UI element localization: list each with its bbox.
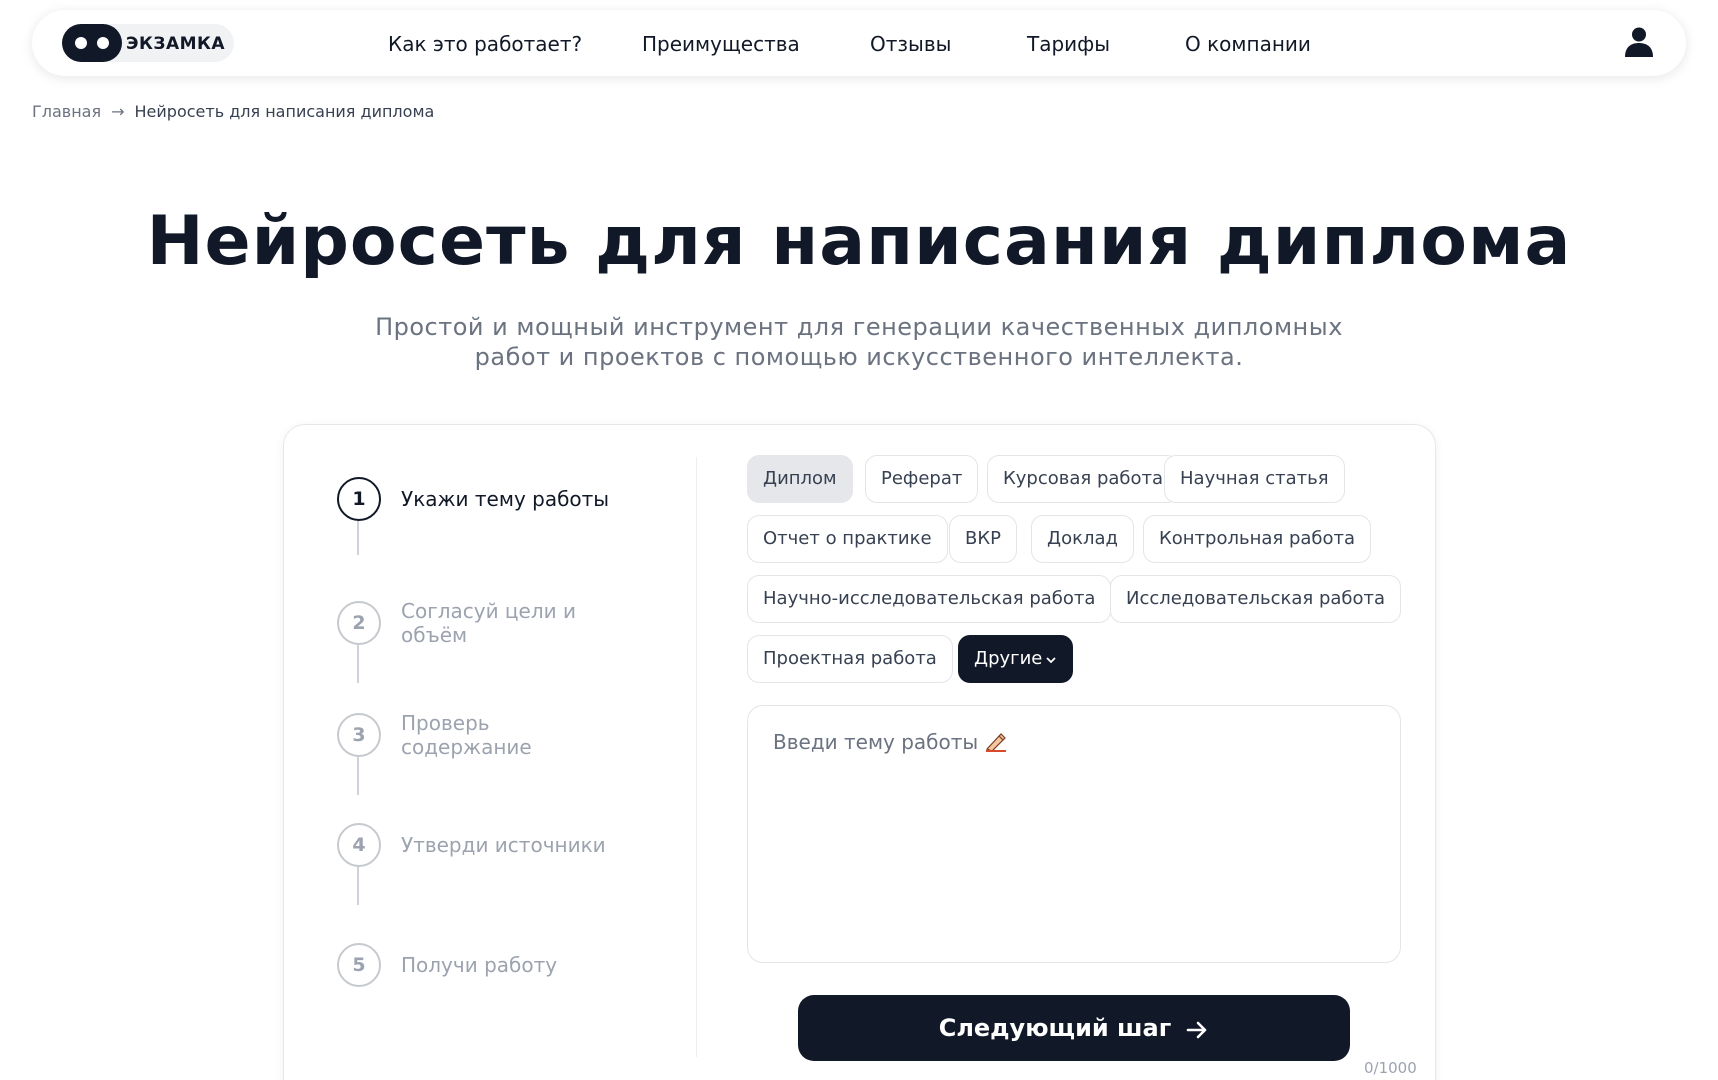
chevron-down-icon [1046, 657, 1057, 664]
next-step-button[interactable]: Следующий шаг [798, 995, 1350, 1061]
nav-how-it-works[interactable]: Как это работает? [388, 32, 582, 56]
breadcrumb-home[interactable]: Главная [32, 102, 101, 121]
step-3-number: 3 [337, 713, 381, 757]
breadcrumb-current: Нейросеть для написания диплома [134, 102, 435, 121]
site-header: ЭКЗАМКА Как это работает? Преимущества О… [32, 10, 1686, 76]
step-3-label: Проверь содержание [401, 711, 532, 759]
writing-hand-icon [986, 733, 1007, 752]
step-5-label: Получи работу [401, 953, 558, 977]
chip-scientific-article[interactable]: Научная статья [1164, 455, 1345, 503]
step-1-number: 1 [337, 477, 381, 521]
page-subtitle: Простой и мощный инструмент для генераци… [359, 312, 1359, 372]
next-step-label: Следующий шаг [938, 1014, 1172, 1042]
step-2-label: Согласуй цели и объём [401, 599, 576, 647]
step-2-number: 2 [337, 601, 381, 645]
user-icon[interactable] [1624, 26, 1654, 58]
logo-text: ЭКЗАМКА [126, 34, 226, 54]
breadcrumb: Главная → Нейросеть для написания диплома [32, 102, 434, 121]
card-divider [696, 457, 697, 1057]
nav-pricing[interactable]: Тарифы [1027, 32, 1110, 56]
logo-dot [75, 37, 87, 49]
chip-report[interactable]: Доклад [1031, 515, 1134, 563]
chip-investigation-work[interactable]: Исследовательская работа [1110, 575, 1402, 623]
logo-mark [62, 24, 122, 62]
chip-research-work[interactable]: Научно-исследовательская работа [747, 575, 1112, 623]
chip-essay[interactable]: Реферат [865, 455, 979, 503]
topic-input[interactable]: Введи тему работы [747, 705, 1401, 963]
character-counter: 0/1000 [1364, 1059, 1417, 1077]
nav-reviews[interactable]: Отзывы [870, 32, 951, 56]
step-5-number: 5 [337, 943, 381, 987]
chip-coursework[interactable]: Курсовая работа [987, 455, 1180, 503]
more-types-label: Другие [974, 648, 1043, 669]
topic-placeholder-text: Введи тему работы [773, 730, 979, 754]
breadcrumb-separator: → [111, 102, 125, 121]
chip-diploma[interactable]: Диплом [747, 455, 853, 503]
chip-practice-report[interactable]: Отчет о практике [747, 515, 948, 563]
chip-project-work[interactable]: Проектная работа [747, 635, 953, 683]
subtitle-line-2: работ и проектов с помощью искусственног… [474, 343, 1244, 371]
nav-about[interactable]: О компании [1185, 32, 1311, 56]
chip-test-work[interactable]: Контрольная работа [1143, 515, 1372, 563]
chip-vkr[interactable]: ВКР [949, 515, 1017, 563]
more-types-dropdown[interactable]: Другие [958, 635, 1074, 683]
page-title: Нейросеть для написания диплома [146, 202, 1572, 281]
step-1-label: Укажи тему работы [401, 487, 610, 511]
arrow-right-icon [1186, 1021, 1207, 1039]
logo[interactable]: ЭКЗАМКА [62, 24, 234, 62]
topic-placeholder: Введи тему работы [773, 730, 1008, 754]
generator-card: 1 Укажи тему работы 2 Согласуй цели и об… [283, 424, 1436, 1080]
step-4-number: 4 [337, 823, 381, 867]
logo-dot [97, 37, 109, 49]
step-4-label: Утверди источники [401, 833, 606, 857]
nav-advantages[interactable]: Преимущества [642, 32, 800, 56]
subtitle-line-1: Простой и мощный инструмент для генераци… [375, 313, 1343, 341]
